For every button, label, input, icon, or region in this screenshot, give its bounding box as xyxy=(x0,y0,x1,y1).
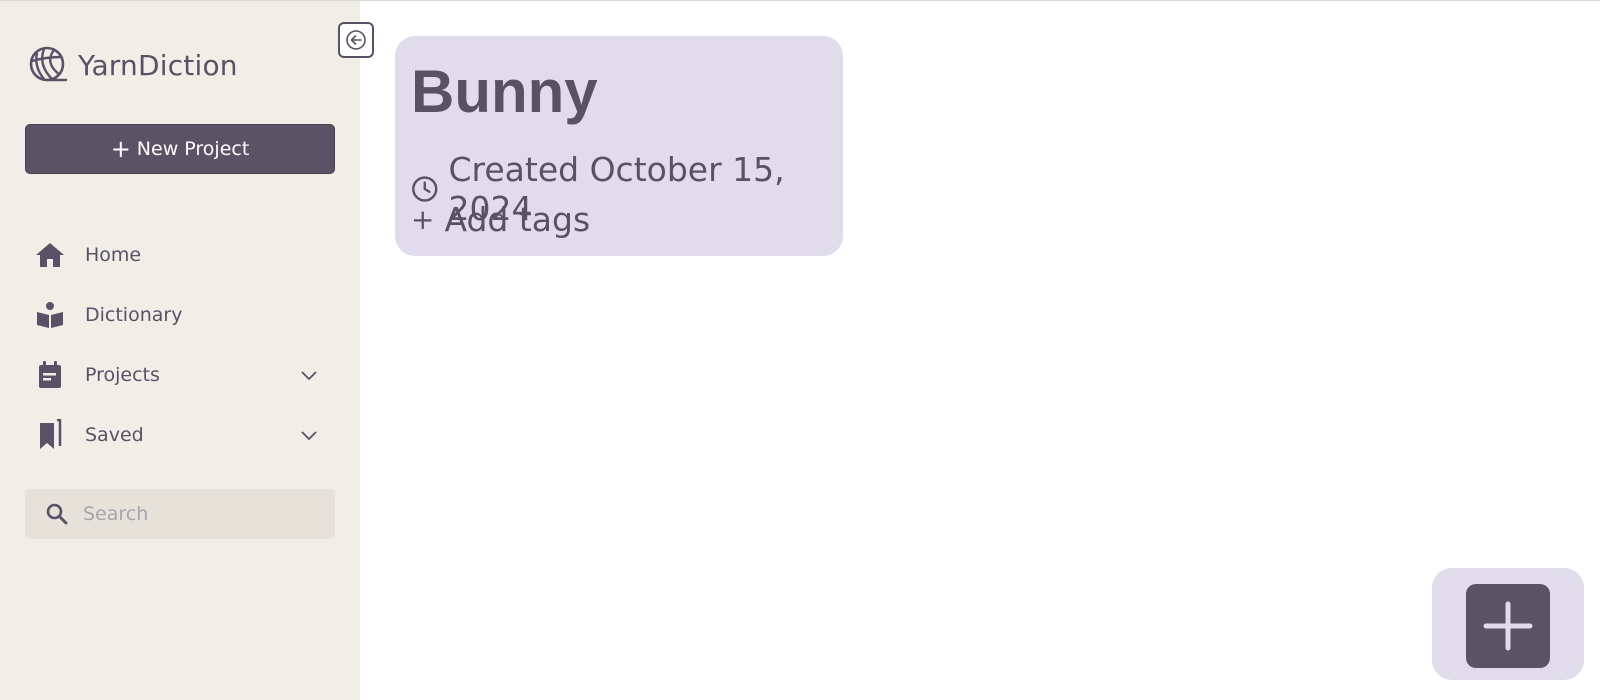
arrow-left-icon xyxy=(346,30,366,50)
new-project-label: New Project xyxy=(136,138,250,160)
sidebar-item-label: Dictionary xyxy=(85,304,183,326)
calendar-icon xyxy=(34,359,66,391)
sidebar-item-label: Projects xyxy=(85,364,160,386)
search-icon xyxy=(46,503,68,525)
brand[interactable]: YarnDiction xyxy=(28,45,238,85)
fab-container xyxy=(1432,568,1584,680)
sidebar-item-dictionary[interactable]: Dictionary xyxy=(34,295,334,335)
search-input[interactable] xyxy=(81,502,305,526)
new-project-button[interactable]: + New Project xyxy=(25,124,335,174)
plus-icon: + xyxy=(411,203,435,236)
add-tags-button[interactable]: + Add tags xyxy=(411,200,590,239)
sidebar-item-home[interactable]: Home xyxy=(34,235,334,275)
book-reader-icon xyxy=(34,299,66,331)
collapse-sidebar-button[interactable] xyxy=(338,22,374,58)
chevron-down-icon[interactable] xyxy=(298,364,320,386)
plus-icon xyxy=(1483,601,1533,651)
bookmarks-icon xyxy=(34,419,66,451)
search-box[interactable] xyxy=(25,489,335,539)
add-button[interactable] xyxy=(1466,584,1550,668)
home-icon xyxy=(34,239,66,271)
plus-icon: + xyxy=(110,135,131,163)
sidebar-item-saved[interactable]: Saved xyxy=(34,415,334,455)
sidebar-item-label: Home xyxy=(85,244,142,266)
sidebar-item-label: Saved xyxy=(85,424,144,446)
brand-name: YarnDiction xyxy=(78,48,238,82)
project-title: Bunny xyxy=(411,58,598,125)
chevron-down-icon[interactable] xyxy=(298,424,320,446)
add-tags-label: Add tags xyxy=(444,200,591,239)
project-card[interactable]: Bunny Created October 15, 2024 + Add tag… xyxy=(395,36,843,256)
sidebar-item-projects[interactable]: Projects xyxy=(34,355,334,395)
yarn-ball-icon xyxy=(29,46,68,82)
sidebar: YarnDiction + New Project Home Dictionar… xyxy=(0,1,360,700)
